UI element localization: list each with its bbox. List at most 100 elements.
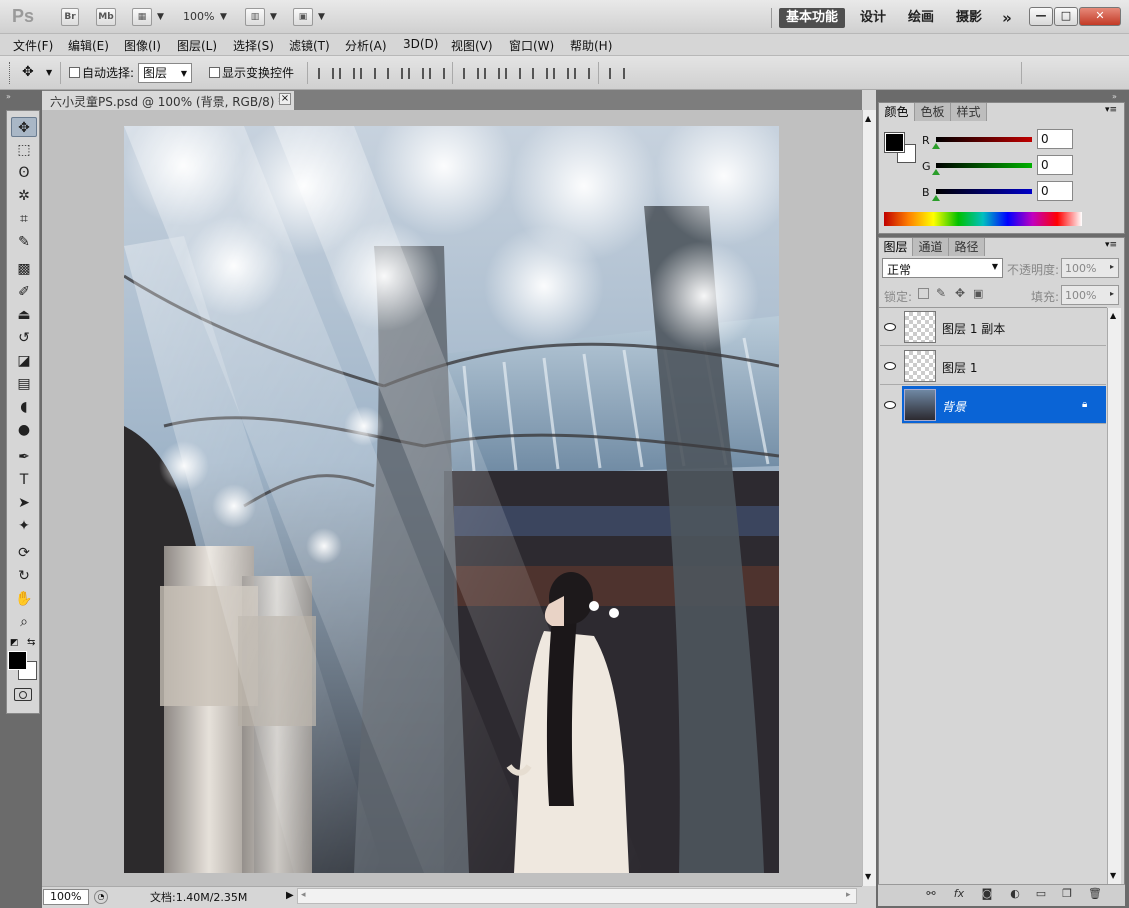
blue-slider-thumb[interactable]: [932, 195, 940, 201]
scroll-up-icon[interactable]: ▲: [1110, 311, 1116, 320]
pen-tool-icon[interactable]: ✒: [11, 447, 37, 467]
layer-style-icon[interactable]: fx: [952, 887, 966, 901]
close-document-icon[interactable]: ×: [279, 93, 291, 105]
adjustment-layer-icon[interactable]: ◐: [1008, 887, 1022, 901]
tab-color[interactable]: 颜色: [879, 103, 915, 121]
workspace-design[interactable]: 设计: [856, 8, 890, 28]
chevron-down-icon[interactable]: ▼: [46, 68, 52, 77]
scroll-down-icon[interactable]: ▼: [1110, 871, 1116, 880]
new-layer-icon[interactable]: ❐: [1060, 887, 1074, 901]
layers-scrollbar[interactable]: ▲ ▼: [1107, 308, 1121, 886]
marquee-tool-icon[interactable]: ⬚: [11, 140, 37, 160]
move-tool-icon[interactable]: ✥: [11, 117, 37, 137]
brush-tool-icon[interactable]: ✐: [11, 282, 37, 302]
healing-brush-tool-icon[interactable]: ▩: [11, 259, 37, 279]
new-group-icon[interactable]: ▭: [1034, 887, 1048, 901]
crop-tool-icon[interactable]: ⌗: [11, 209, 37, 229]
tab-swatches[interactable]: 色板: [915, 103, 951, 121]
screen-mode-button[interactable]: ▣: [293, 8, 313, 26]
blue-slider[interactable]: [936, 189, 1032, 194]
align-bottom-icon[interactable]: [360, 68, 376, 79]
scroll-right-icon[interactable]: ▸: [846, 890, 851, 900]
red-value-field[interactable]: 0: [1037, 129, 1073, 149]
clone-stamp-tool-icon[interactable]: ⏏: [11, 305, 37, 325]
close-button[interactable]: ✕: [1079, 7, 1121, 26]
menu-filter[interactable]: 滤镜(T): [289, 37, 330, 54]
fill-field[interactable]: 100% ▸: [1061, 285, 1119, 305]
auto-select-dropdown[interactable]: 图层 ▼: [138, 63, 192, 83]
chevron-down-icon[interactable]: ▼: [220, 12, 227, 22]
scroll-left-icon[interactable]: ◂: [301, 890, 306, 900]
tab-styles[interactable]: 样式: [951, 103, 987, 121]
menu-analysis[interactable]: 分析(A): [345, 37, 387, 54]
quick-mask-button[interactable]: [14, 688, 32, 701]
distribute-vcenter-icon[interactable]: [484, 68, 500, 79]
collapse-toolbox-icon[interactable]: »: [6, 92, 11, 101]
visibility-eye-icon[interactable]: [884, 401, 896, 409]
chevron-right-icon[interactable]: ▸: [1110, 289, 1114, 298]
minibridge-button[interactable]: Mb: [96, 8, 116, 26]
move-tool-preset-icon[interactable]: ✥: [22, 64, 34, 80]
distribute-right-icon[interactable]: [574, 68, 590, 79]
restore-button[interactable]: □: [1054, 7, 1078, 26]
arrange-documents-button[interactable]: ▥: [245, 8, 265, 26]
color-panel-fg-swatch[interactable]: [884, 132, 905, 153]
workspace-painting[interactable]: 绘画: [904, 8, 938, 28]
panel-menu-icon[interactable]: ▾≡: [1105, 105, 1117, 115]
status-arrow-icon[interactable]: ▶: [286, 890, 294, 901]
options-grip[interactable]: [9, 62, 12, 84]
view-extras-button[interactable]: ▦: [132, 8, 152, 26]
bridge-button[interactable]: Br: [61, 8, 79, 26]
workspace-essentials[interactable]: 基本功能: [779, 8, 845, 28]
menu-view[interactable]: 视图(V): [451, 37, 493, 54]
tab-paths[interactable]: 路径: [949, 238, 985, 256]
visibility-eye-icon[interactable]: [884, 323, 896, 331]
distribute-bottom-icon[interactable]: [505, 68, 521, 79]
minimize-button[interactable]: —: [1029, 7, 1053, 26]
chevron-right-icon[interactable]: ▸: [1110, 262, 1114, 271]
green-slider-thumb[interactable]: [932, 169, 940, 175]
lock-pixels-icon[interactable]: ✎: [936, 286, 946, 300]
canvas-horizontal-scrollbar[interactable]: ◂ ▸: [297, 888, 857, 904]
gradient-tool-icon[interactable]: ▤: [11, 374, 37, 394]
add-mask-icon[interactable]: ◙: [980, 887, 994, 901]
scroll-up-icon[interactable]: ▲: [865, 114, 871, 123]
path-selection-tool-icon[interactable]: ➤: [11, 493, 37, 513]
eyedropper-tool-icon[interactable]: ✎: [11, 232, 37, 252]
menu-select[interactable]: 选择(S): [233, 37, 274, 54]
document-canvas-image[interactable]: [124, 126, 779, 873]
tab-layers[interactable]: 图层: [879, 238, 913, 256]
lock-all-icon[interactable]: ▣: [973, 287, 983, 300]
canvas-vertical-scrollbar[interactable]: ▲ ▼: [862, 110, 876, 886]
visibility-eye-icon[interactable]: [884, 362, 896, 370]
align-top-icon[interactable]: [318, 68, 334, 79]
chevron-down-icon[interactable]: ▼: [318, 12, 325, 22]
tab-channels[interactable]: 通道: [913, 238, 949, 256]
chevron-down-icon[interactable]: ▼: [157, 12, 164, 22]
lock-transparent-icon[interactable]: [918, 288, 929, 299]
status-menu-icon[interactable]: ◔: [94, 890, 108, 904]
chevron-down-icon[interactable]: ▼: [270, 12, 277, 22]
align-hcenter-icon[interactable]: [408, 68, 424, 79]
collapse-dock-icon[interactable]: »: [1112, 92, 1117, 101]
menu-3d[interactable]: 3D(D): [403, 37, 438, 51]
foreground-color-swatch[interactable]: [8, 651, 27, 670]
lock-position-icon[interactable]: ✥: [955, 286, 965, 300]
green-value-field[interactable]: 0: [1037, 155, 1073, 175]
distribute-left-icon[interactable]: [532, 68, 548, 79]
blend-mode-dropdown[interactable]: 正常 ▼: [882, 258, 1003, 278]
opacity-field[interactable]: 100% ▸: [1061, 258, 1119, 278]
eraser-tool-icon[interactable]: ◪: [11, 351, 37, 371]
more-workspaces-icon[interactable]: »: [996, 8, 1018, 28]
3d-orbit-tool-icon[interactable]: ↻: [11, 566, 37, 586]
green-slider[interactable]: [936, 163, 1032, 168]
menu-edit[interactable]: 编辑(E): [68, 37, 109, 54]
align-vcenter-icon[interactable]: [339, 68, 355, 79]
hand-tool-icon[interactable]: ✋: [11, 589, 37, 609]
zoom-level[interactable]: 100%: [183, 10, 214, 23]
distribute-hcenter-icon[interactable]: [553, 68, 569, 79]
dodge-tool-icon[interactable]: ●: [11, 420, 37, 440]
link-layers-icon[interactable]: ⚯: [924, 887, 938, 901]
show-transform-checkbox[interactable]: [209, 67, 220, 78]
panel-menu-icon[interactable]: ▾≡: [1105, 240, 1117, 250]
